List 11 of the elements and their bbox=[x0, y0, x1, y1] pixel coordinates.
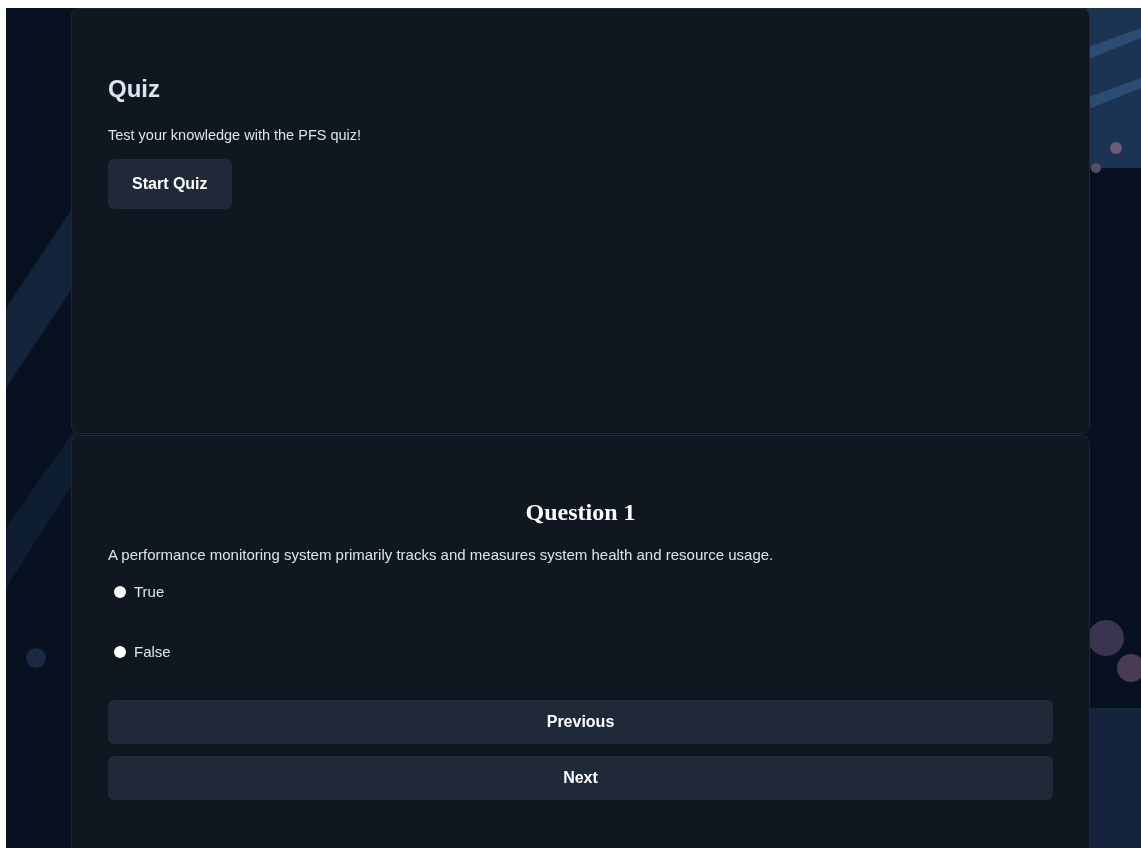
next-button[interactable]: Next bbox=[108, 755, 1053, 800]
previous-button[interactable]: Previous bbox=[108, 699, 1053, 744]
question-text: A performance monitoring system primarily tracks and measures system health and resource usage. bbox=[108, 545, 774, 565]
quiz-description: Test your knowledge with the PFS quiz! bbox=[108, 126, 362, 145]
option-label: False bbox=[134, 642, 171, 662]
radio-button[interactable] bbox=[114, 585, 126, 598]
option-label: True bbox=[134, 581, 165, 602]
quiz-title: Quiz bbox=[108, 74, 160, 104]
start-quiz-button[interactable]: Start Quiz bbox=[108, 158, 232, 209]
radio-button[interactable] bbox=[114, 646, 126, 659]
question-title: Question 1 bbox=[525, 498, 636, 527]
